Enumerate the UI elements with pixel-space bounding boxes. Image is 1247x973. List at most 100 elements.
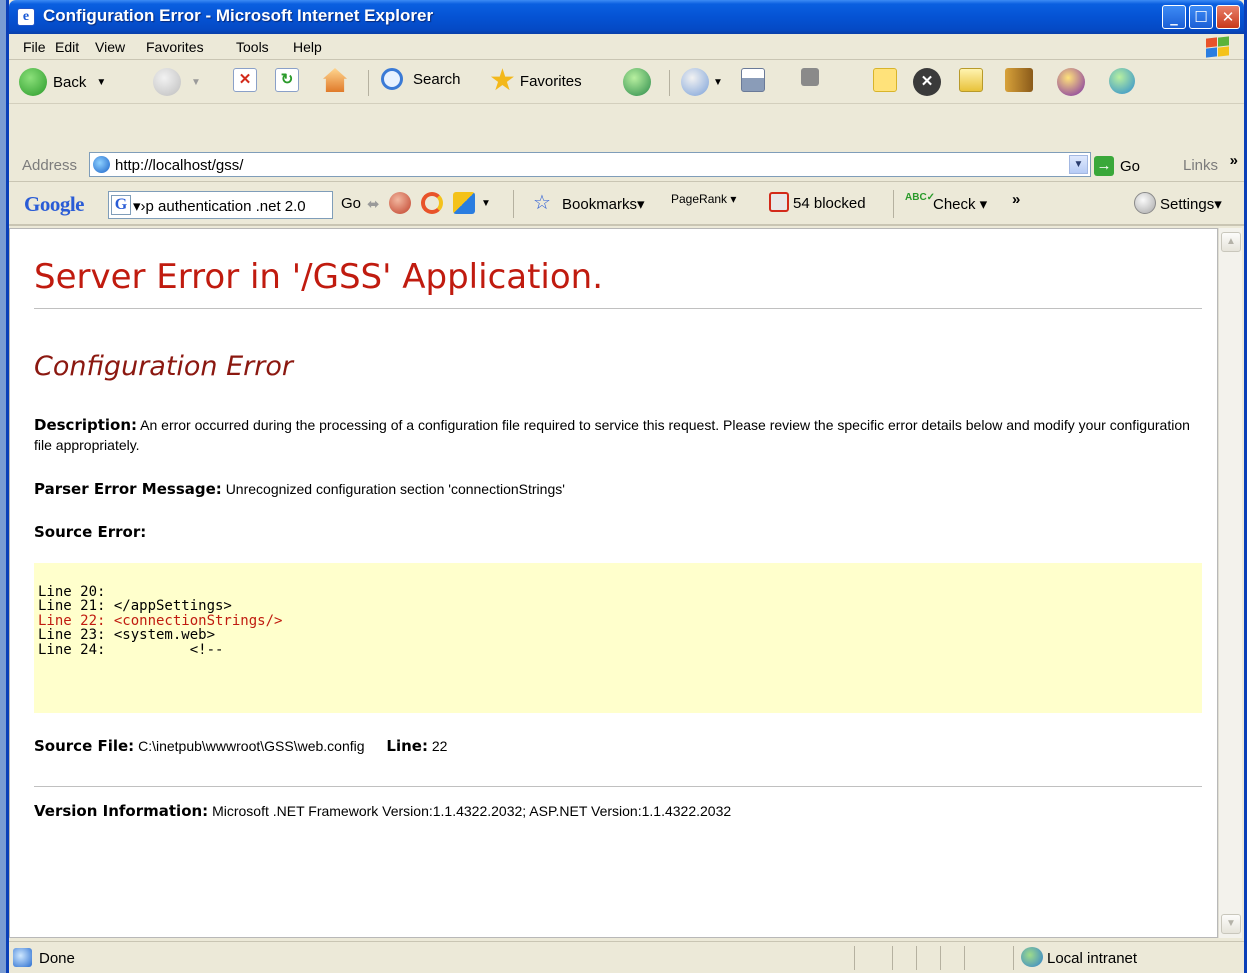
bookmark-star-icon: ☆ xyxy=(533,192,551,214)
back-dropdown-icon[interactable]: ▼ xyxy=(96,77,106,88)
mail-button[interactable]: ▼ xyxy=(681,68,723,96)
print-button[interactable] xyxy=(741,68,765,92)
maximize-button[interactable]: ☐ xyxy=(1189,5,1213,29)
menu-edit[interactable]: Edit xyxy=(55,39,79,55)
google-split-handle-icon[interactable]: ⬌ xyxy=(367,195,380,213)
menu-help[interactable]: Help xyxy=(293,39,322,55)
address-dropdown-icon[interactable]: ▼ xyxy=(1069,155,1088,174)
forward-button[interactable]: ▼ xyxy=(153,68,201,96)
yahoo-messenger-button[interactable] xyxy=(1057,68,1085,96)
search-label: Search xyxy=(413,70,461,88)
search-icon xyxy=(381,68,403,90)
parser-error-label: Parser Error Message: xyxy=(34,480,222,498)
address-input[interactable]: http://localhost/gss/ ▼ xyxy=(89,152,1091,177)
blogger-icon[interactable] xyxy=(453,192,475,214)
popup-blocker-icon xyxy=(769,192,789,212)
back-button[interactable]: Back ▼ xyxy=(19,68,106,96)
vertical-scrollbar[interactable]: ▲ ▼ xyxy=(1218,228,1242,938)
links-more-chevron-icon[interactable]: » xyxy=(1230,152,1238,169)
refresh-button[interactable]: ↻ xyxy=(275,68,299,92)
toolbar-row: Back ▼ ▼ ✕ ↻ Search ★ Favorites ▼ ✕ xyxy=(9,60,1244,104)
status-bar: Done Local intranet xyxy=(9,941,1244,973)
discuss-button[interactable] xyxy=(873,68,897,92)
toolbar-separator xyxy=(368,70,369,96)
google-g-icon[interactable]: G xyxy=(111,195,131,215)
settings-button[interactable]: Settings▾ xyxy=(1160,195,1222,213)
research-icon xyxy=(959,68,983,92)
spellcheck-button[interactable]: Check ▾ xyxy=(933,195,987,213)
security-zone-text: Local intranet xyxy=(1047,950,1138,967)
google-search-query: ▾›p authentication .net 2.0 xyxy=(133,198,306,215)
parser-error-text: Unrecognized configuration section 'conn… xyxy=(225,481,565,497)
google-toolbar-separator xyxy=(513,190,514,218)
google-toolbar-separator xyxy=(893,190,894,218)
title-bar[interactable]: e Configuration Error - Microsoft Intern… xyxy=(9,0,1244,34)
refresh-icon: ↻ xyxy=(275,68,299,92)
status-pane-divider xyxy=(1013,946,1014,970)
msn-messenger-button[interactable] xyxy=(1109,68,1135,94)
google-logo[interactable]: Google xyxy=(24,192,85,217)
forward-dropdown-icon[interactable]: ▼ xyxy=(191,77,201,88)
scroll-up-arrow-icon[interactable]: ▲ xyxy=(1221,232,1241,252)
google-go-button[interactable]: Go xyxy=(341,195,361,212)
spiral-icon[interactable] xyxy=(421,192,443,214)
code-line: Line 20: xyxy=(38,584,106,600)
minimize-button[interactable]: _ xyxy=(1162,5,1186,29)
source-file-path: C:\inetpub\wwwroot\GSS\web.config xyxy=(138,738,365,754)
go-label: Go xyxy=(1120,157,1141,175)
edit-icon xyxy=(801,68,819,86)
star-icon: ★ xyxy=(489,64,516,97)
line-number: 22 xyxy=(431,738,448,754)
source-file-paragraph: Source File: C:\inetpub\wwwroot\GSS\web.… xyxy=(34,736,447,756)
menu-favorites[interactable]: Favorites xyxy=(146,39,204,55)
description-text: An error occurred during the processing … xyxy=(34,417,1190,453)
history-icon xyxy=(623,68,651,96)
stop-button[interactable]: ✕ xyxy=(233,68,257,92)
version-paragraph: Version Information: Microsoft .NET Fram… xyxy=(34,801,731,821)
status-pane-divider xyxy=(892,946,893,970)
windows-logo-icon xyxy=(1204,36,1230,58)
standard-toolbar: Back ▼ ▼ ✕ ↻ Search ★ Favorites ▼ ✕ xyxy=(9,60,1244,148)
google-more-chevron-icon[interactable]: » xyxy=(1012,191,1020,208)
source-file-label: Source File: xyxy=(34,737,135,755)
go-button[interactable]: → Go xyxy=(1094,156,1140,176)
history-button[interactable] xyxy=(623,68,651,96)
description-label: Description: xyxy=(34,416,138,434)
yahoo-messenger-icon xyxy=(1057,68,1085,96)
menu-bar: File Edit View Favorites Tools Help xyxy=(9,34,1244,60)
menu-tools[interactable]: Tools xyxy=(236,39,269,55)
research-button[interactable] xyxy=(959,68,983,92)
media-button[interactable] xyxy=(1005,68,1033,92)
edit-button[interactable] xyxy=(801,68,819,86)
page-title: Server Error in '/GSS' Application. xyxy=(34,257,604,297)
close-button[interactable]: ✕ xyxy=(1216,5,1240,29)
x-circle-icon: ✕ xyxy=(913,68,941,96)
settings-icon xyxy=(1134,192,1156,214)
favorites-button[interactable]: ★ Favorites xyxy=(489,64,582,97)
code-line: Line 21: </appSettings> xyxy=(38,598,232,615)
messenger-block-button[interactable]: ✕ xyxy=(913,68,941,96)
pagerank-button[interactable]: PageRank ▾ xyxy=(671,192,736,206)
window-title: Configuration Error - Microsoft Internet… xyxy=(43,6,434,25)
scroll-down-arrow-icon[interactable]: ▼ xyxy=(1221,914,1241,934)
code-line: Line 24: <!-- xyxy=(38,641,224,658)
page-icon xyxy=(93,156,110,173)
mail-dropdown-icon[interactable]: ▼ xyxy=(713,77,723,88)
google-search-input[interactable]: G ▾›p authentication .net 2.0 xyxy=(108,191,333,219)
news-icon[interactable] xyxy=(389,192,411,214)
version-text: Microsoft .NET Framework Version:1.1.432… xyxy=(212,803,732,819)
popup-blocked-count[interactable]: 54 blocked xyxy=(793,195,866,212)
home-button[interactable] xyxy=(323,68,347,92)
spellcheck-icon: ABC✓ xyxy=(905,192,936,203)
bookmarks-button[interactable]: Bookmarks▾ xyxy=(562,195,645,213)
status-pane-divider xyxy=(916,946,917,970)
address-url[interactable]: http://localhost/gss/ xyxy=(115,157,243,174)
google-options-dropdown-icon[interactable]: ▼ xyxy=(481,198,491,209)
links-button[interactable]: Links xyxy=(1183,157,1218,174)
stop-icon: ✕ xyxy=(233,68,257,92)
search-button[interactable]: Search xyxy=(381,68,461,90)
msn-messenger-icon xyxy=(1109,68,1135,94)
address-label: Address xyxy=(22,157,78,174)
menu-view[interactable]: View xyxy=(95,39,125,55)
menu-file[interactable]: File xyxy=(23,39,46,55)
